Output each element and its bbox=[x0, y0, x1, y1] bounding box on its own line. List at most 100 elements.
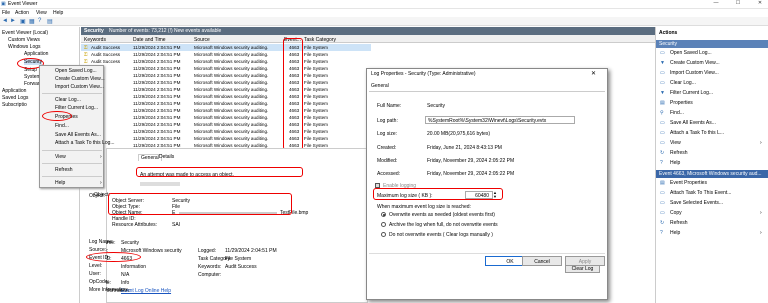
ctx-refresh[interactable]: Refresh bbox=[55, 167, 73, 173]
ctx-save-all-events[interactable]: Save All Events As... bbox=[55, 132, 101, 138]
actions-security-header[interactable]: Security bbox=[656, 40, 768, 48]
log-path-label: Log path: bbox=[377, 118, 398, 124]
ctx-attach-task[interactable]: Attach a Task To this Log... bbox=[55, 140, 115, 146]
maximize-button[interactable]: ☐ bbox=[730, 0, 746, 8]
row-datetime: 11/29/2024 2:04:51 PM bbox=[133, 108, 181, 113]
no-overwrite-radio[interactable] bbox=[381, 232, 386, 237]
table-row[interactable]: 11/29/2024 2:04:51 PM Microsoft Windows s… bbox=[81, 135, 371, 142]
menu-action[interactable]: Action bbox=[15, 10, 29, 16]
row-datetime: 11/29/2024 2:04:51 PM bbox=[133, 101, 181, 106]
row-keywords: Audit Success bbox=[91, 52, 121, 57]
col-keywords[interactable]: Keywords bbox=[84, 37, 106, 43]
ctx-create-custom-view[interactable]: Create Custom View... bbox=[55, 76, 105, 82]
actions-title: Actions bbox=[659, 30, 678, 36]
action-item[interactable]: Open Saved Log... bbox=[670, 50, 712, 56]
table-row[interactable]: 11/29/2024 2:04:51 PM Microsoft Windows s… bbox=[81, 128, 371, 135]
back-icon[interactable]: ◄ bbox=[2, 18, 8, 24]
title-bar: ▣ Event Viewer — ☐ ✕ bbox=[0, 0, 768, 9]
action-item[interactable]: Filter Current Log... bbox=[670, 90, 713, 96]
action-item[interactable]: Save All Events As... bbox=[670, 120, 716, 126]
event-log-help-link[interactable]: Event Log Online Help bbox=[121, 288, 171, 294]
table-row[interactable]: 11/29/2024 2:04:51 PM Microsoft Windows s… bbox=[81, 93, 371, 100]
tree-applogs[interactable]: Application bbox=[2, 88, 26, 94]
ctx-view[interactable]: View bbox=[55, 154, 66, 160]
log-name-value: Security bbox=[121, 240, 140, 246]
table-row[interactable]: 11/29/2024 2:04:51 PM Microsoft Windows s… bbox=[81, 65, 371, 72]
show-pane-icon[interactable]: ▤ bbox=[47, 18, 53, 25]
table-row[interactable]: 11/29/2024 2:04:51 PM Microsoft Windows s… bbox=[81, 72, 371, 79]
log-path-field[interactable]: %SystemRoot%\System32\Winevt\Logs\Securi… bbox=[425, 116, 575, 124]
action-item[interactable]: Refresh bbox=[670, 150, 688, 156]
tree-subscriptions[interactable]: Subscriptio bbox=[2, 102, 27, 108]
row-source: Microsoft Windows security auditing. bbox=[194, 87, 269, 92]
action-item[interactable]: Save Selected Events... bbox=[670, 200, 723, 206]
dialog-tab-general[interactable]: General bbox=[371, 83, 389, 89]
console-tree-icon[interactable]: ▣ bbox=[20, 18, 26, 25]
accessed-label: Accessed: bbox=[377, 171, 401, 177]
col-source[interactable]: Source bbox=[194, 37, 210, 43]
action-item[interactable]: Find... bbox=[670, 110, 684, 116]
menu-help[interactable]: Help bbox=[53, 10, 63, 16]
ctx-open-saved-log[interactable]: Open Saved Log... bbox=[55, 68, 97, 74]
tree-saved-logs[interactable]: Saved Logs bbox=[2, 95, 28, 101]
ctx-filter-current-log[interactable]: Filter Current Log... bbox=[55, 105, 98, 111]
table-row[interactable]: Audit Success 11/29/2024 2:04:51 PM Micros… bbox=[81, 51, 371, 58]
table-row[interactable]: 11/29/2024 2:04:51 PM Microsoft Windows s… bbox=[81, 107, 371, 114]
table-row[interactable]: 11/29/2024 2:04:51 PM Microsoft Windows s… bbox=[81, 86, 371, 93]
row-taskcat: File System bbox=[304, 101, 328, 106]
col-taskcat[interactable]: Task Category bbox=[304, 37, 336, 43]
action-item[interactable]: Copy bbox=[670, 210, 682, 216]
actions-event-header[interactable]: Event 4663, Microsoft Windows security a… bbox=[656, 170, 768, 178]
action-item[interactable]: Properties bbox=[670, 100, 693, 106]
overwrite-radio[interactable] bbox=[381, 212, 386, 217]
table-row[interactable]: 11/29/2024 2:04:51 PM Microsoft Windows s… bbox=[81, 100, 371, 107]
archive-radio[interactable] bbox=[381, 222, 386, 227]
row-datetime: 11/29/2024 2:04:51 PM bbox=[133, 73, 181, 78]
task-category-value: File System bbox=[225, 256, 252, 262]
menu-file[interactable]: File bbox=[2, 10, 10, 16]
action-item[interactable]: Help bbox=[670, 160, 680, 166]
row-source: Microsoft Windows security auditing. bbox=[194, 136, 269, 141]
tree-application[interactable]: Application bbox=[24, 51, 48, 57]
action-item[interactable]: Attach Task To This Event... bbox=[670, 190, 731, 196]
tree-root[interactable]: Event Viewer (Local) bbox=[2, 30, 48, 36]
computer-label: Computer: bbox=[198, 272, 222, 278]
properties-icon[interactable]: ▦ bbox=[29, 18, 35, 25]
archive-label: Archive the log when full, do not overwr… bbox=[389, 222, 498, 228]
key-icon: ⚿ bbox=[84, 59, 88, 64]
ctx-find[interactable]: Find... bbox=[55, 123, 69, 129]
table-row[interactable]: 11/29/2024 2:04:51 PM Microsoft Windows s… bbox=[81, 121, 371, 128]
apply-button[interactable]: Apply bbox=[565, 256, 605, 266]
table-row[interactable]: 11/29/2024 2:04:51 PM Microsoft Windows s… bbox=[81, 79, 371, 86]
action-item[interactable]: Import Custom View... bbox=[670, 70, 719, 76]
action-item[interactable]: Clear Log... bbox=[670, 80, 696, 86]
table-row[interactable]: 11/29/2024 2:04:51 PM Microsoft Windows s… bbox=[81, 114, 371, 121]
action-item[interactable]: Create Custom View... bbox=[670, 60, 720, 66]
forward-icon[interactable]: ► bbox=[10, 18, 16, 24]
help-icon[interactable]: ? bbox=[38, 18, 41, 24]
tab-details[interactable]: Details bbox=[159, 154, 174, 160]
copy-icon: ▭ bbox=[660, 210, 665, 216]
cancel-button[interactable]: Cancel bbox=[522, 256, 562, 266]
action-item[interactable]: Help bbox=[670, 230, 680, 236]
tree-custom-views[interactable]: Custom Views bbox=[8, 37, 40, 43]
action-item[interactable]: Attach a Task To this L... bbox=[670, 130, 724, 136]
action-item[interactable]: Event Properties bbox=[670, 180, 707, 186]
row-source: Microsoft Windows security auditing. bbox=[194, 122, 269, 127]
table-row[interactable]: Audit Success 11/29/2024 2:04:51 PM Micros… bbox=[81, 58, 371, 65]
ctx-import-custom-view[interactable]: Import Custom View... bbox=[55, 84, 104, 90]
col-datetime[interactable]: Date and Time bbox=[133, 37, 166, 43]
ctx-help[interactable]: Help bbox=[55, 180, 65, 186]
log-size-value: 20.00 MB(20,975,616 bytes) bbox=[427, 131, 491, 137]
action-item[interactable]: Refresh bbox=[670, 220, 688, 226]
log-properties-dialog: Log Properties - Security (Type: Adminis… bbox=[366, 68, 608, 300]
menu-view[interactable]: View bbox=[36, 10, 47, 16]
close-button[interactable]: ✕ bbox=[752, 0, 768, 8]
tree-windows-logs[interactable]: Windows Logs bbox=[8, 44, 41, 50]
minimize-button[interactable]: — bbox=[708, 0, 724, 8]
table-row[interactable]: Audit Success 11/29/2024 2:04:51 PM Micros… bbox=[81, 44, 371, 51]
action-item[interactable]: View bbox=[670, 140, 681, 146]
dialog-close-icon[interactable]: ✕ bbox=[591, 70, 596, 77]
chevron-right-icon: › bbox=[760, 230, 762, 236]
ctx-clear-log[interactable]: Clear Log... bbox=[55, 97, 81, 103]
